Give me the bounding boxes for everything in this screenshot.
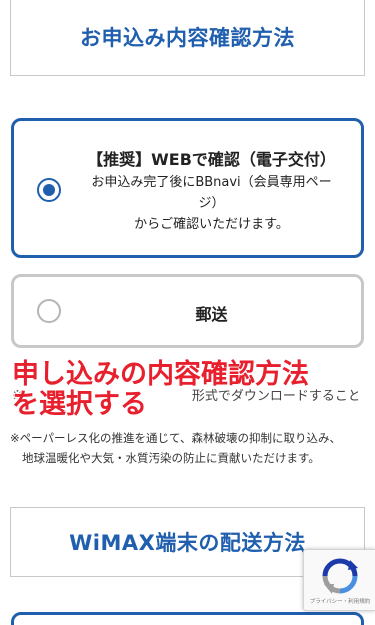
option-title: 郵送: [195, 305, 228, 324]
option-description-line: お申込み完了後にBBnavi（会員専用ペー: [91, 175, 332, 190]
option-description-line: ジ）: [198, 195, 225, 211]
paperless-note: ※ペーパーレス化の推進を通じて、森林破壊の抑制に取り込み、 地球温暖化や大気・水…: [10, 428, 360, 468]
section-title-confirmation-method: お申込み内容確認方法: [10, 0, 365, 76]
option-title: 【推奨】WEBで確認（電子交付）: [87, 150, 336, 169]
recaptcha-badge[interactable]: プライバシー・利用規約: [303, 549, 375, 611]
note-line: ※ペーパーレス化の推進を通じて、森林破壊の抑制に取り込み、: [10, 431, 341, 445]
option-web-confirmation[interactable]: 【推奨】WEBで確認（電子交付） お申込み完了後にBBnavi（会員専用ペー ジ…: [11, 118, 364, 258]
option-postal-mail[interactable]: 郵送: [11, 274, 364, 348]
recaptcha-icon: [322, 558, 358, 594]
recaptcha-privacy-link[interactable]: プライバシー・利用規約: [304, 597, 375, 605]
delivery-option-card[interactable]: [11, 612, 364, 625]
annotation-line: 申し込みの内容確認方法: [12, 359, 309, 390]
option-description: お申込み完了後にBBnavi（会員専用ペー ジ） からご確認いただけます。: [76, 173, 347, 235]
radio-unselected-icon[interactable]: [37, 299, 61, 323]
option-description-line: からご確認いただけます。: [134, 216, 289, 232]
annotation-line: を選択する: [12, 389, 147, 420]
radio-selected-icon[interactable]: [37, 178, 61, 202]
note-line: 地球温暖化や大気・水質汚染の防止に貢献いただけます。: [22, 451, 320, 465]
annotation-overlay: 申し込みの内容確認方法 を選択する: [12, 360, 362, 420]
